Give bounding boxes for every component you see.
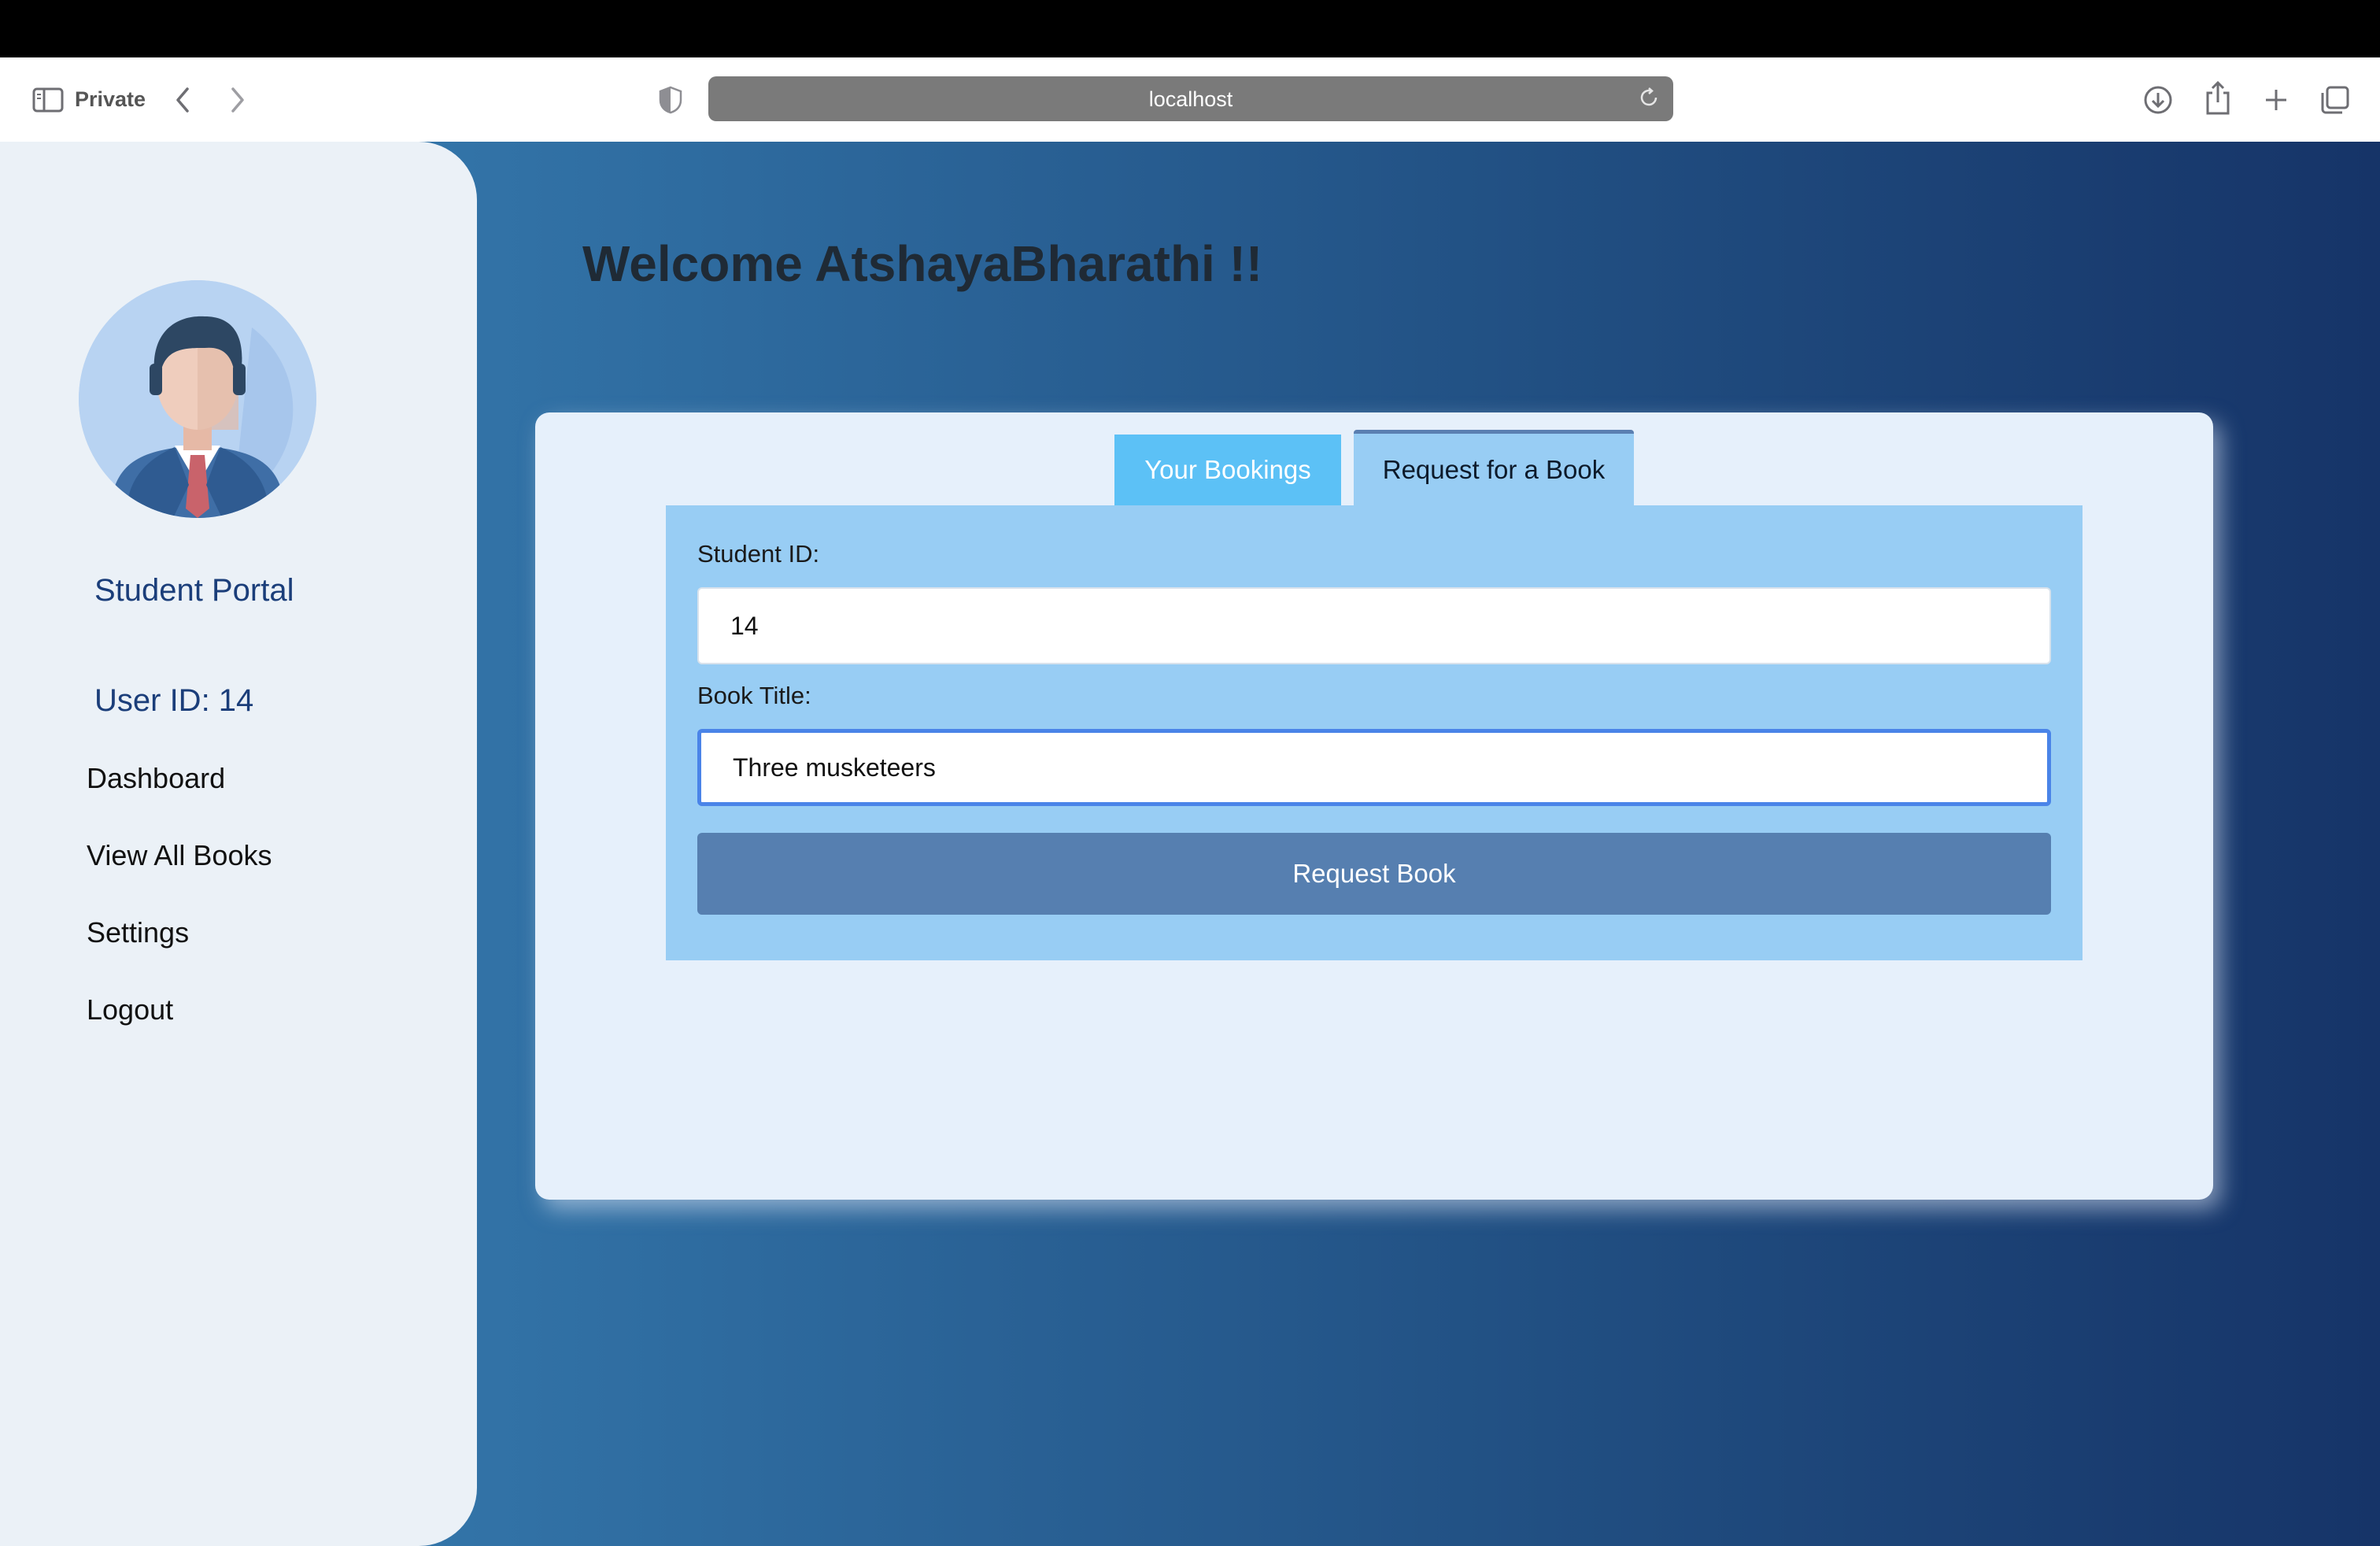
book-title-field[interactable]: Three musketeers [697,729,2051,806]
request-form: Student ID: 14 Book Title: Three muskete… [666,505,2082,960]
user-id-label: User ID: 14 [94,683,254,718]
sidebar-item-dashboard[interactable]: Dashboard [87,762,225,795]
reload-icon[interactable] [1637,86,1662,111]
sidebar-toggle-icon[interactable] [31,86,65,114]
tab-request-for-a-book[interactable]: Request for a Book [1354,430,1634,505]
url-text: localhost [1148,87,1233,111]
tabs-overview-icon[interactable] [2319,83,2352,117]
book-title-label: Book Title: [697,682,811,709]
private-mode-label: Private [75,87,146,111]
sidebar-item-logout[interactable]: Logout [87,993,173,1026]
plus-icon[interactable] [2260,83,2292,117]
address-bar[interactable]: localhost [708,76,1673,121]
share-icon[interactable] [2202,78,2234,117]
chevron-right-icon[interactable] [224,83,252,117]
browser-toolbar: Private localhost [0,57,2380,142]
sidebar: Student Portal User ID: 14 Dashboard Vie… [0,142,477,1546]
page-title: Welcome AtshayaBharathi !! [582,235,1263,292]
content-card: Your Bookings Request for a Book Student… [535,412,2213,1200]
user-avatar-icon [79,280,316,518]
student-id-label: Student ID: [697,540,820,568]
chevron-left-icon[interactable] [168,83,197,117]
sidebar-item-view-all-books[interactable]: View All Books [87,839,272,872]
sidebar-item-settings[interactable]: Settings [87,916,189,949]
shield-icon[interactable] [656,84,685,116]
request-book-button[interactable]: Request Book [697,833,2051,915]
student-id-field[interactable]: 14 [697,587,2051,664]
tab-your-bookings[interactable]: Your Bookings [1114,435,1341,505]
system-menu-bar [0,0,2380,57]
page-content: Student Portal User ID: 14 Dashboard Vie… [0,142,2380,1546]
download-icon[interactable] [2142,83,2174,117]
portal-title: Student Portal [94,573,294,608]
